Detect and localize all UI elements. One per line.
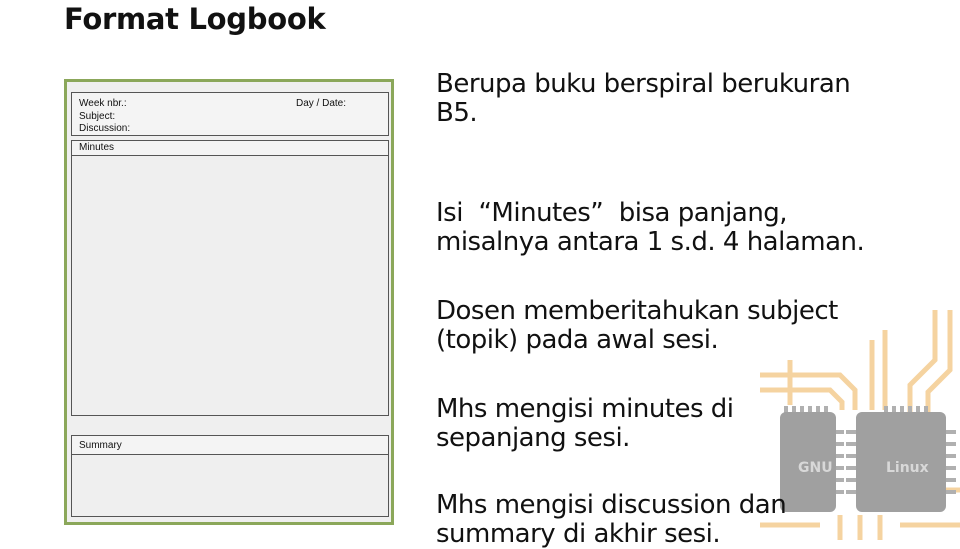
summary-area [71, 455, 389, 517]
summary-header-box: Summary [71, 435, 389, 455]
logbook-form-image: Week nbr.: Day / Date: Subject: Discussi… [64, 79, 394, 525]
chip-left-label: GNU [798, 460, 833, 476]
minutes-label: Minutes [79, 142, 115, 153]
discussion-label: Discussion: [79, 123, 131, 134]
minutes-area [71, 156, 389, 416]
chip-right-label: Linux [886, 460, 929, 476]
day-date-label: Day / Date: [296, 98, 347, 109]
summary-label: Summary [79, 440, 122, 451]
logbook-header-box: Week nbr.: Day / Date: Subject: Discussi… [71, 92, 389, 136]
point-fill-minutes: Mhs mengisi minutes di sepanjang sesi. [436, 394, 734, 453]
point-format: Berupa buku berspiral berukuran B5. [436, 69, 851, 128]
minutes-header-box: Minutes [71, 140, 389, 156]
slide-title: Format Logbook [64, 2, 326, 36]
point-minutes-length: Isi “Minutes” bisa panjang, misalnya ant… [436, 198, 865, 257]
point-subject: Dosen memberitahukan subject (topik) pad… [436, 296, 838, 355]
point-fill-discussion: Mhs mengisi discussion dan summary di ak… [436, 490, 787, 549]
week-number-label: Week nbr.: [79, 98, 127, 109]
subject-label: Subject: [79, 111, 116, 122]
